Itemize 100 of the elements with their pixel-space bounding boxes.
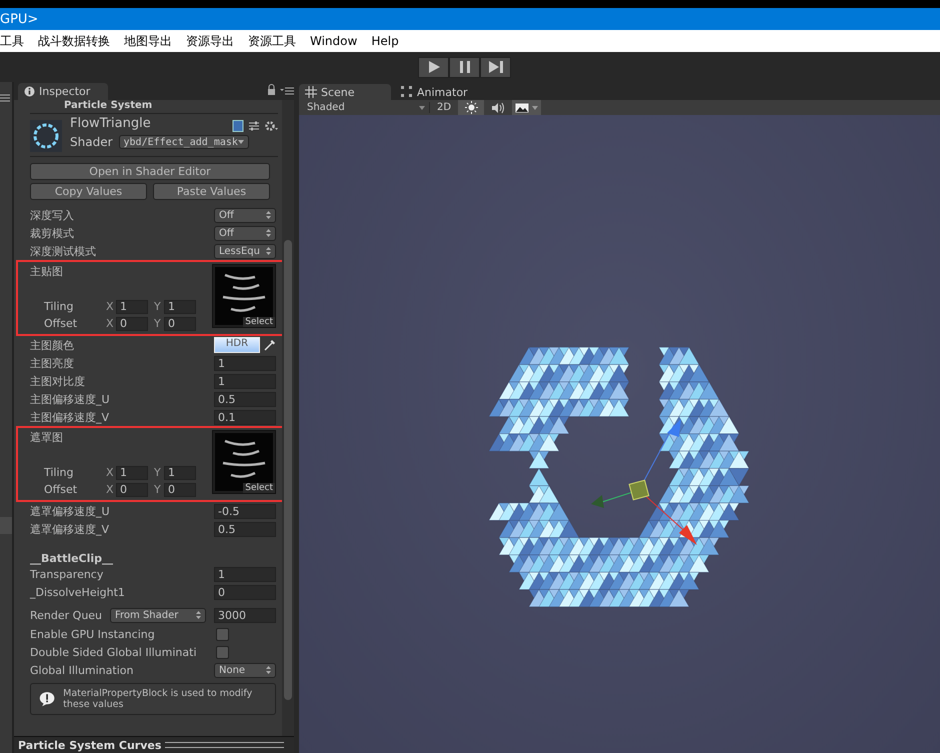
lock-icon[interactable] <box>267 84 276 95</box>
number-field[interactable]: 1 <box>116 466 148 480</box>
axis-label: Y <box>154 466 162 479</box>
pause-button[interactable] <box>449 56 480 78</box>
menu-item[interactable]: Window <box>310 34 358 48</box>
menu-item[interactable]: 地图导出 <box>124 32 172 50</box>
property-label: Double Sided Global Illuminati <box>30 646 197 658</box>
property-label: 主贴图 <box>30 264 64 280</box>
property-label: 遮罩偏移速度_U <box>30 504 110 518</box>
property-label: 深度测试模式 <box>30 244 96 258</box>
number-field[interactable]: 1 <box>116 300 148 314</box>
property-label: 遮罩图 <box>30 430 64 446</box>
image-icon <box>515 102 529 112</box>
number-field[interactable]: 1 <box>214 356 276 370</box>
color-field[interactable]: HDR <box>214 337 260 353</box>
texture-slot[interactable]: Select <box>212 430 276 494</box>
tiling-label: Tiling <box>44 466 75 479</box>
menu-item[interactable]: Help <box>371 34 399 48</box>
stepper-arrows-icon <box>266 211 271 219</box>
info-icon <box>24 86 35 97</box>
property-label: Enable GPU Instancing <box>30 628 155 640</box>
dropdown[interactable]: Off <box>214 208 276 222</box>
shader-dropdown[interactable]: ybd/Effect_add_mask <box>118 135 249 149</box>
number-field[interactable]: 0 <box>164 316 196 330</box>
section-header: __BattleClip__ <box>30 552 114 565</box>
shading-dropdown[interactable]: Shaded <box>303 102 430 113</box>
grid-icon <box>305 86 317 98</box>
menu-item[interactable]: 资源工具 <box>248 32 296 50</box>
number-field[interactable]: 0 <box>214 584 276 600</box>
lighting-button[interactable] <box>458 100 484 115</box>
dropdown[interactable]: LessEqu <box>214 244 276 258</box>
dropdown[interactable]: From Shader <box>110 608 206 622</box>
texture-thumbnail <box>215 267 273 325</box>
inspector-button[interactable]: Paste Values <box>153 183 270 200</box>
dropdown[interactable]: Off <box>214 226 276 240</box>
number-field[interactable]: 1 <box>214 374 276 388</box>
texture-thumbnail <box>215 433 273 491</box>
play-button[interactable] <box>418 56 449 78</box>
property-label: 主图颜色 <box>30 338 74 352</box>
inspector-tab[interactable]: Inspector <box>18 83 108 100</box>
number-field[interactable]: 0.5 <box>214 392 276 406</box>
select-button[interactable]: Select <box>243 317 275 327</box>
checkbox[interactable] <box>216 628 229 640</box>
window-title: GPU> <box>0 12 38 26</box>
number-field[interactable]: 0.1 <box>214 410 276 424</box>
checkbox[interactable] <box>216 646 229 658</box>
axis-label: X <box>106 483 115 496</box>
dropdown[interactable]: None <box>214 662 276 678</box>
sliders-icon[interactable] <box>248 120 260 132</box>
menu-item[interactable]: 工具 <box>0 32 24 50</box>
settings-icon[interactable] <box>264 120 278 132</box>
inspector-button[interactable]: Copy Values <box>30 183 147 200</box>
number-field[interactable]: 0 <box>116 482 148 496</box>
stepper-arrows-icon <box>266 666 271 674</box>
property-label: 主图偏移速度_V <box>30 410 110 424</box>
component-title: Particle System <box>64 100 152 111</box>
menu-icon[interactable] <box>280 87 294 95</box>
caret-icon <box>532 106 538 110</box>
axis-label: Y <box>154 483 162 496</box>
number-field[interactable]: 0 <box>164 482 196 496</box>
axis-label: X <box>106 300 115 313</box>
axis-label: Y <box>154 317 162 330</box>
panel-tab[interactable]: Scene <box>299 84 391 100</box>
menu-icon[interactable] <box>0 94 10 102</box>
property-label: 遮罩偏移速度_V <box>30 522 110 536</box>
property-label: 主图亮度 <box>30 356 74 370</box>
menu-item[interactable]: 战斗数据转换 <box>38 32 110 50</box>
number-field[interactable]: -0.5 <box>214 504 276 518</box>
number-field[interactable]: 1 <box>164 466 196 480</box>
sun-icon <box>464 101 478 114</box>
help-text: MaterialPropertyBlock is used to modify these values <box>63 688 254 710</box>
step-icon <box>488 60 504 74</box>
pause-icon <box>458 60 470 74</box>
scroll-thumb[interactable] <box>284 240 292 700</box>
play-icon <box>426 60 440 74</box>
number-field[interactable]: 1 <box>214 566 276 582</box>
inspector-button[interactable]: Open in Shader Editor <box>30 163 270 180</box>
offset-label: Offset <box>44 483 78 496</box>
material-name: FlowTriangle <box>70 116 152 132</box>
number-field[interactable]: 0 <box>116 316 148 330</box>
speaker-icon <box>491 102 505 114</box>
scrollbar[interactable] <box>282 100 294 736</box>
select-button[interactable]: Select <box>243 483 275 493</box>
section-bar[interactable]: Particle System Curves <box>14 736 294 753</box>
property-label: Transparency <box>30 568 104 580</box>
property-label: 主图对比度 <box>30 374 85 388</box>
number-field[interactable]: 3000 <box>214 608 276 622</box>
panel-tab[interactable]: Animator <box>395 84 487 100</box>
texture-slot[interactable]: Select <box>212 264 276 328</box>
number-field[interactable]: 0.5 <box>214 522 276 536</box>
axis-label: X <box>106 466 115 479</box>
section-title: Particle System Curves <box>18 738 162 752</box>
eyedropper-icon[interactable] <box>264 339 276 351</box>
nodes-icon <box>401 86 413 98</box>
step-button[interactable] <box>480 56 511 78</box>
property-label: 深度写入 <box>30 208 74 222</box>
number-field[interactable]: 1 <box>164 300 196 314</box>
stepper-arrows-icon <box>196 611 201 619</box>
effects-button[interactable] <box>512 100 541 115</box>
menu-item[interactable]: 资源导出 <box>186 32 234 50</box>
